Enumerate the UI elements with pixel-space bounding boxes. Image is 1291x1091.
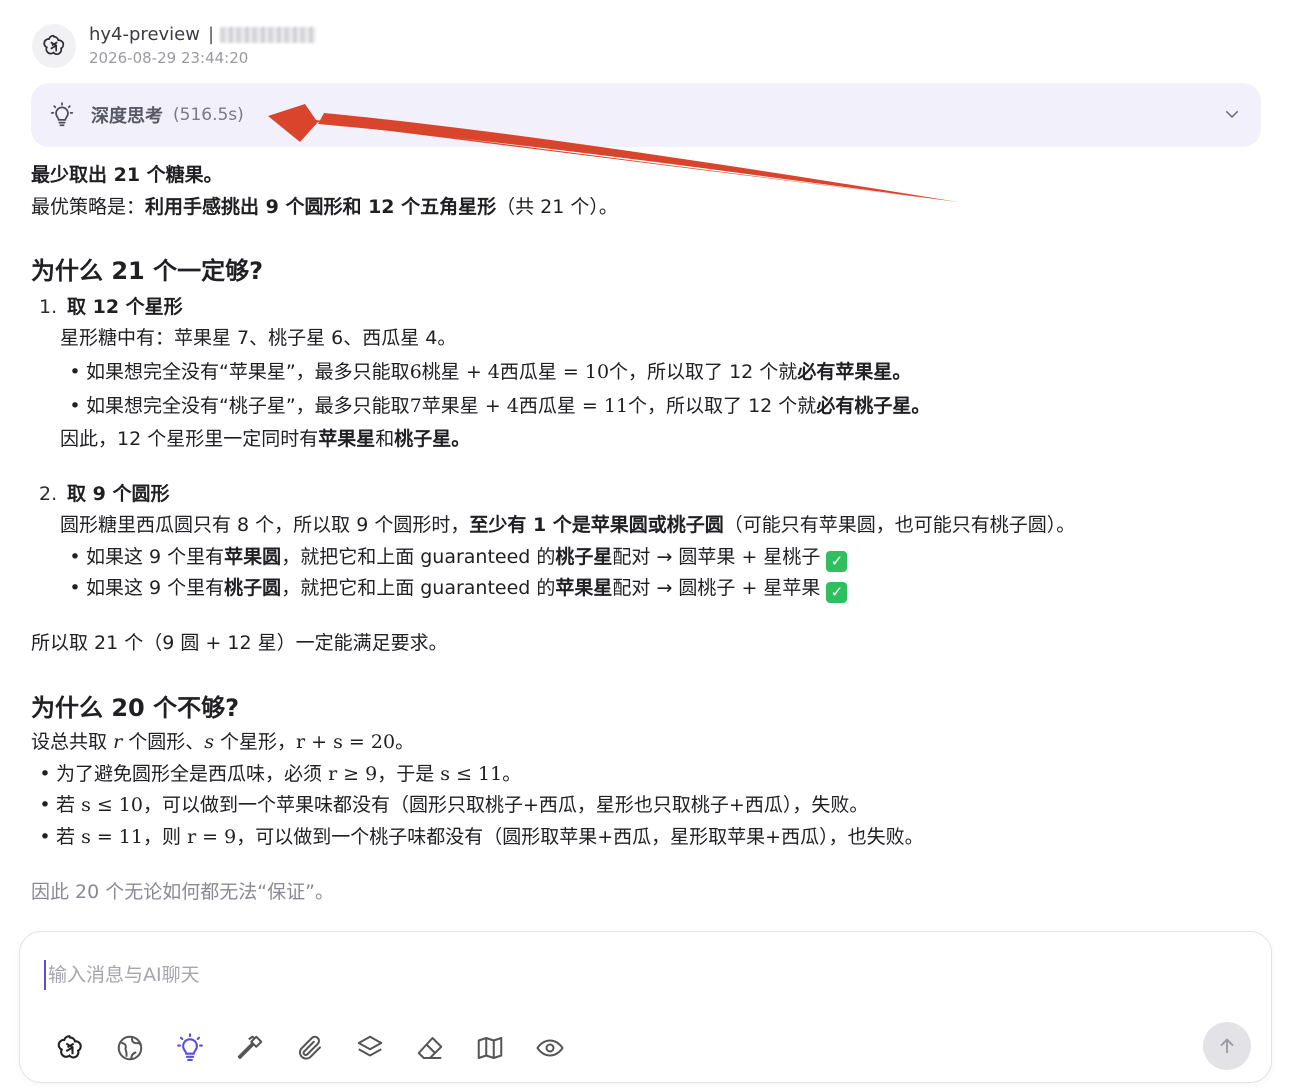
model-name: hy4-preview xyxy=(89,24,200,45)
deep-thinking-button[interactable] xyxy=(160,1028,220,1068)
final-conclusion: 因此 20 个无论如何都无法“保证”。 xyxy=(31,881,334,903)
bullet-s-eq-11: • 若 s = 11，则 r = 9，可以做到一个桃子味都没有（圆形取苹果+西瓜，… xyxy=(39,826,924,848)
arrow-up-icon xyxy=(1220,1038,1234,1054)
attach-button[interactable] xyxy=(280,1028,340,1068)
strategy-line: 最优策略是：利用手感挑出 9 个圆形和 12 个五角星形（共 21 个）。 xyxy=(31,196,618,218)
star-counts-line: 星形糖中有：苹果星 7、桃子星 6、西瓜星 4。 xyxy=(60,327,457,349)
layers-icon xyxy=(357,1035,383,1057)
conclusion-21: 所以取 21 个（9 圆 + 12 星）一定能满足要求。 xyxy=(31,632,448,654)
map-icon xyxy=(477,1037,503,1059)
list-item-step-2: 2. 取 9 个圆形 xyxy=(39,483,170,505)
chevron-down-icon[interactable] xyxy=(1223,105,1241,123)
thinking-label: 深度思考 xyxy=(91,106,163,127)
check-icon: ✓ xyxy=(826,551,848,572)
clear-button[interactable] xyxy=(400,1028,460,1068)
paperclip-icon xyxy=(299,1035,321,1060)
section-heading-why-not-20: 为什么 20 个不够? xyxy=(31,694,240,722)
thinking-duration: (516.5s) xyxy=(173,105,244,125)
tools-button[interactable] xyxy=(220,1028,280,1068)
message-header: hy4-preview | 2026-08-29 23:44:20 xyxy=(32,22,317,70)
map-button[interactable] xyxy=(460,1028,520,1068)
preview-button[interactable] xyxy=(520,1028,580,1068)
check-icon: ✓ xyxy=(826,582,848,603)
send-button[interactable] xyxy=(1203,1022,1251,1070)
hammer-icon xyxy=(237,1035,263,1059)
list-item-step-1: 1. 取 12 个星形 xyxy=(39,296,183,318)
model-logo-button[interactable] xyxy=(40,1028,100,1068)
model-logo-icon xyxy=(57,1035,82,1059)
globe-icon xyxy=(117,1035,143,1061)
bulb-icon xyxy=(50,102,74,127)
bullet-apple-round: • 如果这 9 个里有苹果圆，就把它和上面 guaranteed 的桃子星配对 →… xyxy=(64,542,848,572)
setup-line: 设总共取 r 个圆形、s 个星形，r + s = 20。 xyxy=(31,731,415,753)
eye-icon xyxy=(536,1039,564,1057)
composer-toolbar xyxy=(40,1028,580,1068)
bullet-r-at-least-9: • 为了避免圆形全是西瓜味，必须 r ≥ 9，于是 s ≤ 11。 xyxy=(39,763,522,785)
message-timestamp: 2026-08-29 23:44:20 xyxy=(89,49,249,67)
model-avatar xyxy=(32,24,76,68)
blurred-username xyxy=(220,27,317,43)
eraser-icon xyxy=(417,1037,443,1059)
knowledge-button[interactable] xyxy=(340,1028,400,1068)
bullet-no-peach-star: • 如果想完全没有“桃子星”，最多只能取7苹果星 + 4西瓜星 = 11个，所以取… xyxy=(69,395,931,417)
deep-thinking-panel[interactable]: 深度思考 (516.5s) xyxy=(31,83,1261,147)
web-search-button[interactable] xyxy=(100,1028,160,1068)
bullet-peach-round: • 如果这 9 个里有桃子圆，就把它和上面 guaranteed 的苹果星配对 →… xyxy=(64,573,848,603)
section-heading-why-21: 为什么 21 个一定够? xyxy=(31,257,264,285)
star-conclusion-line: 因此，12 个星形里一定同时有苹果星和桃子星。 xyxy=(60,428,471,450)
bulb-icon xyxy=(177,1033,203,1061)
bullet-no-apple-star: • 如果想完全没有“苹果星”，最多只能取6桃星 + 4西瓜星 = 10个，所以取了… xyxy=(69,361,912,383)
answer-headline: 最少取出 21 个糖果。 xyxy=(31,164,223,186)
message-input[interactable] xyxy=(44,960,1144,990)
model-logo-icon xyxy=(43,34,65,56)
round-counts-line: 圆形糖里西瓜圆只有 8 个，所以取 9 个圆形时，至少有 1 个是苹果圆或桃子圆… xyxy=(60,514,1076,536)
chat-composer xyxy=(19,931,1272,1083)
model-separator: | xyxy=(207,24,215,45)
bullet-s-le-10: • 若 s ≤ 10，可以做到一个苹果味都没有（圆形只取桃子+西瓜，星形也只取桃子… xyxy=(39,794,869,816)
